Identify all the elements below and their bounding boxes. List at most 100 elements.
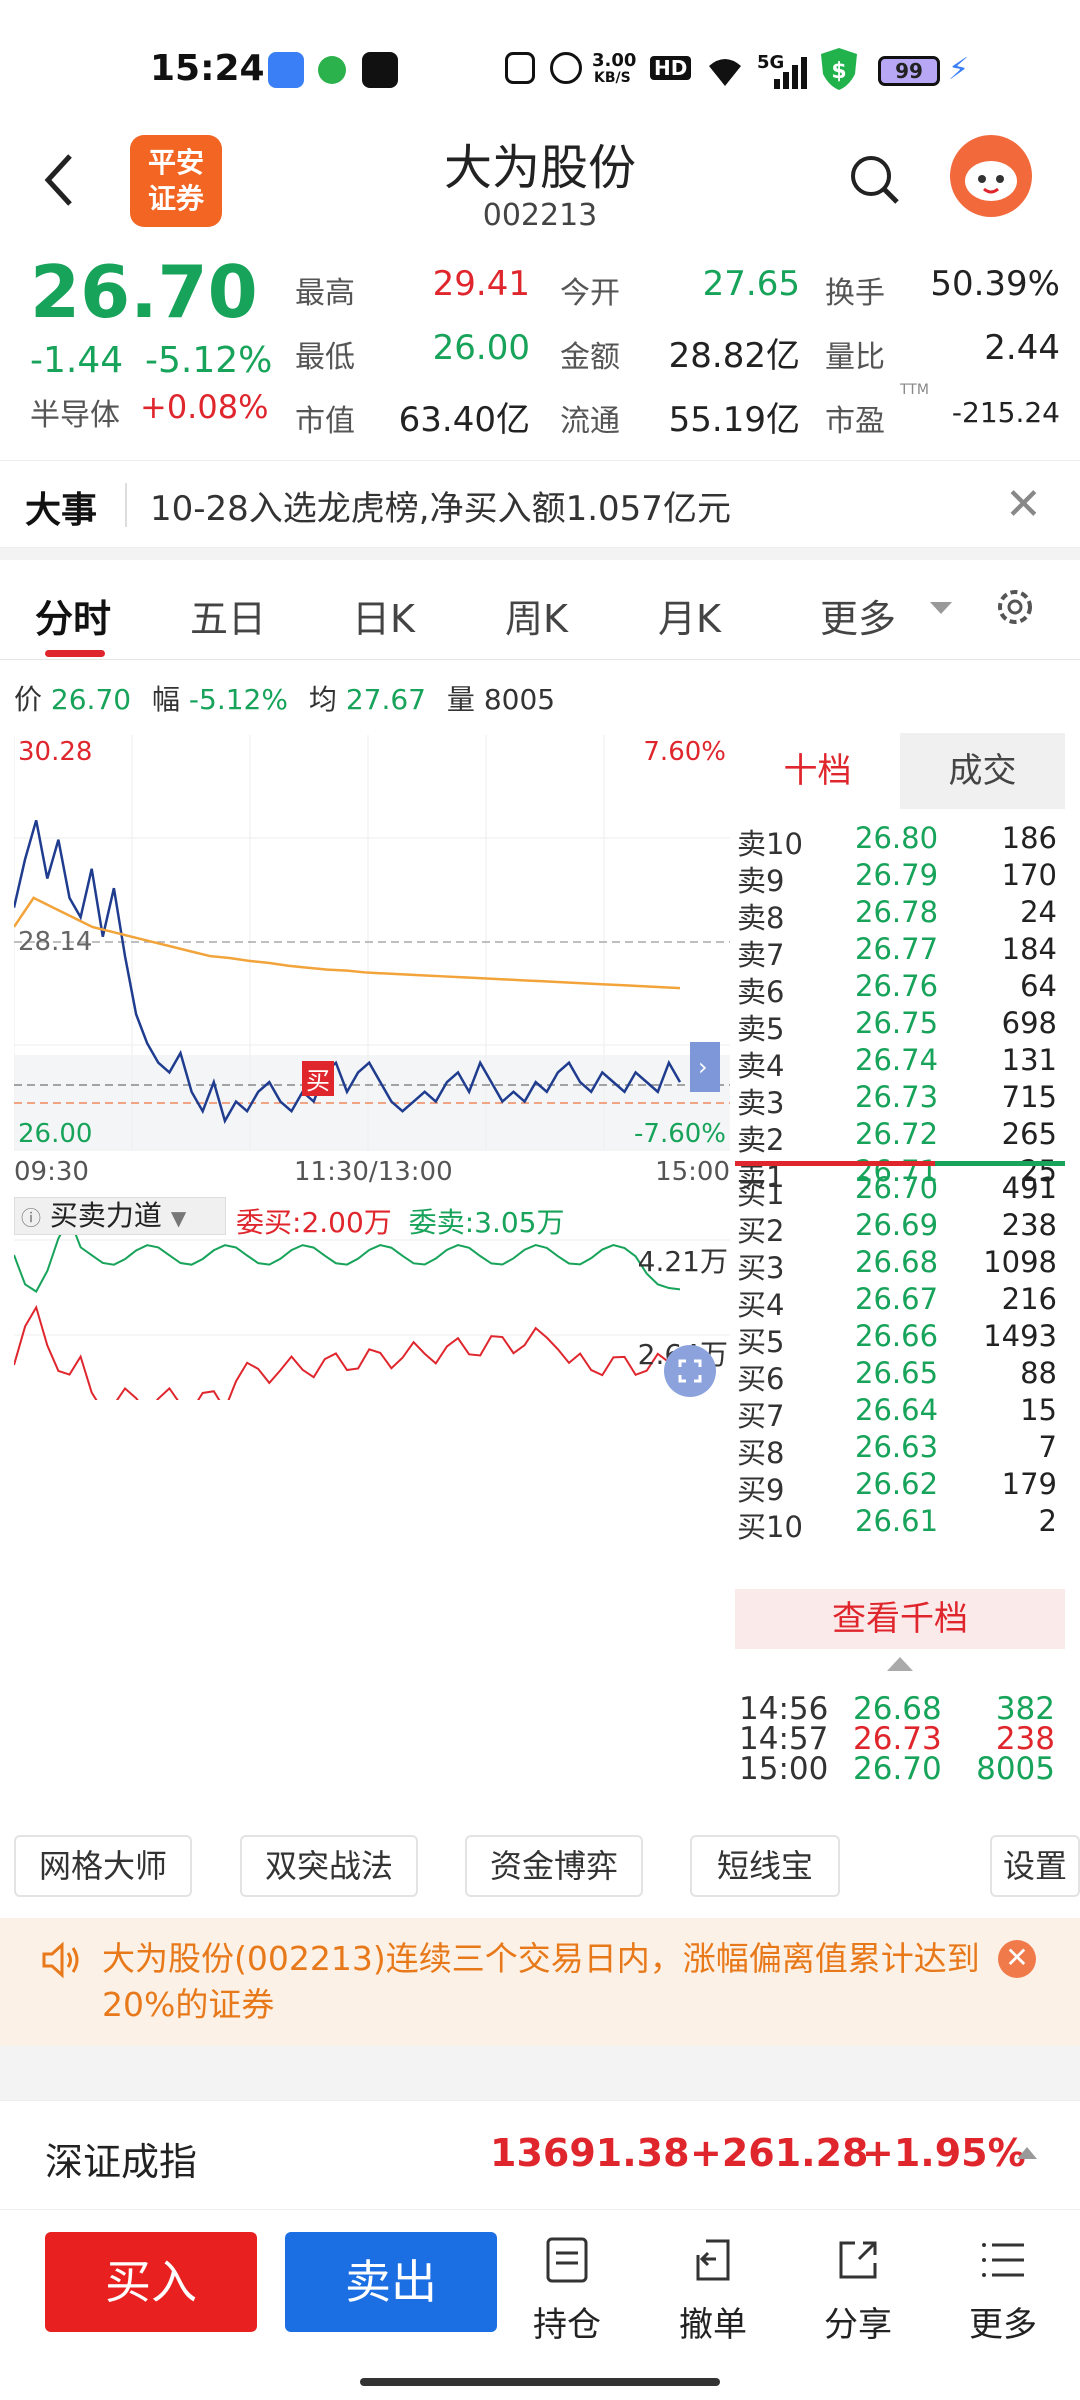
indicator-selector[interactable]: ⓘ 买卖力道 ▼ bbox=[14, 1197, 226, 1235]
triangle-up-icon[interactable] bbox=[1015, 2145, 1039, 2165]
tool-short-term[interactable]: 短线宝 bbox=[690, 1835, 840, 1897]
nav-cancel-order[interactable]: 撤单 bbox=[658, 2235, 768, 2346]
y-axis-bottom: 26.00 bbox=[18, 1119, 93, 1149]
ask-label: 委卖: bbox=[408, 1206, 475, 1239]
info-price-label: 价 bbox=[14, 683, 43, 716]
bid-row[interactable]: 买7 26.64 15 bbox=[735, 1391, 1065, 1433]
quote-panel: 26.70 -1.44 -5.12% 半导体 +0.08% 最高 29.41 最… bbox=[0, 250, 1080, 450]
high-label: 最高 bbox=[295, 276, 355, 311]
news-banner[interactable]: 大事 10-28入选龙虎榜,净买入额1.057亿元 ✕ bbox=[0, 460, 1080, 548]
bid-volume: 216 bbox=[1001, 1282, 1057, 1316]
sector-pct: +0.08% bbox=[140, 388, 269, 426]
tab-monthly-k[interactable]: 月K bbox=[658, 588, 721, 643]
tab-daily-k[interactable]: 日K bbox=[352, 588, 415, 643]
close-icon[interactable]: ✕ bbox=[1005, 479, 1042, 530]
ask-volume: 265 bbox=[1001, 1117, 1057, 1151]
x-axis-end: 15:00 bbox=[655, 1157, 730, 1187]
ask-row[interactable]: 卖7 26.77 184 bbox=[735, 930, 1065, 972]
open-value: 27.65 bbox=[702, 264, 800, 304]
assistant-avatar-icon[interactable] bbox=[950, 135, 1032, 217]
dropdown-icon: ▼ bbox=[170, 1206, 187, 1230]
info-amp: -5.12% bbox=[188, 683, 288, 716]
tool-fund-game[interactable]: 资金博弈 bbox=[465, 1835, 643, 1897]
bid-volume: 7 bbox=[1038, 1430, 1057, 1464]
nav-share-label: 分享 bbox=[824, 2305, 892, 2345]
tool-settings[interactable]: 设置 bbox=[990, 1835, 1080, 1897]
svg-text:$: $ bbox=[831, 59, 846, 84]
ask-row[interactable]: 卖9 26.79 170 bbox=[735, 856, 1065, 898]
tab-ten-levels[interactable]: 十档 bbox=[735, 733, 900, 809]
bid-price: 26.67 bbox=[855, 1282, 939, 1316]
dropdown-icon[interactable] bbox=[928, 598, 954, 622]
bid-volume: 15 bbox=[1020, 1393, 1057, 1427]
ask-row[interactable]: 卖3 26.73 715 bbox=[735, 1078, 1065, 1120]
nfc-icon bbox=[505, 52, 535, 84]
nav-cancel-label: 撤单 bbox=[679, 2305, 747, 2345]
ask-row[interactable]: 卖6 26.76 64 bbox=[735, 967, 1065, 1009]
bid-row[interactable]: 买2 26.69 238 bbox=[735, 1206, 1065, 1248]
tab-trades[interactable]: 成交 bbox=[900, 733, 1065, 809]
tool-grid-master[interactable]: 网格大师 bbox=[14, 1835, 192, 1897]
ask-row[interactable]: 卖10 26.80 186 bbox=[735, 819, 1065, 861]
triangle-up-icon[interactable] bbox=[885, 1655, 915, 1677]
risk-warning-banner[interactable]: 大为股份(002213)连续三个交易日内，涨幅偏离值累计达到20%的证券 ✕ bbox=[0, 1918, 1080, 2046]
ask-volume: 170 bbox=[1001, 858, 1057, 892]
pe-label: 市盈 bbox=[825, 404, 885, 439]
sector-label[interactable]: 半导体 bbox=[30, 390, 120, 434]
turnover-label: 换手 bbox=[825, 276, 885, 311]
bid-row[interactable]: 买9 26.62 179 bbox=[735, 1465, 1065, 1507]
intraday-chart[interactable]: › 30.28 7.60% 28.14 26.00 -7.60% 买 09:30… bbox=[12, 735, 730, 1414]
close-icon[interactable]: ✕ bbox=[998, 1940, 1036, 1978]
nav-share[interactable]: 分享 bbox=[803, 2235, 913, 2346]
index-name: 深证成指 bbox=[45, 2140, 198, 2184]
bid-row[interactable]: 买3 26.68 1098 bbox=[735, 1243, 1065, 1285]
ask-row[interactable]: 卖5 26.75 698 bbox=[735, 1004, 1065, 1046]
nav-more[interactable]: 更多 bbox=[948, 2235, 1058, 2346]
home-indicator[interactable] bbox=[360, 2378, 720, 2386]
ask-row[interactable]: 卖8 26.78 24 bbox=[735, 893, 1065, 935]
news-text[interactable]: 10-28入选龙虎榜,净买入额1.057亿元 bbox=[150, 481, 731, 530]
chat-icon bbox=[318, 56, 346, 84]
search-icon[interactable] bbox=[845, 150, 905, 210]
bid-price: 26.63 bbox=[855, 1430, 939, 1464]
ask-row[interactable]: 卖2 26.72 265 bbox=[735, 1115, 1065, 1157]
tab-weekly-k[interactable]: 周K bbox=[505, 588, 568, 643]
tool-double-breakout[interactable]: 双突战法 bbox=[240, 1835, 418, 1897]
last-price: 26.70 bbox=[30, 250, 258, 334]
vol-ratio-label: 量比 bbox=[825, 340, 885, 375]
tab-five-day[interactable]: 五日 bbox=[190, 588, 266, 643]
sell-button[interactable]: 卖出 bbox=[285, 2232, 497, 2332]
info-price: 26.70 bbox=[50, 683, 132, 716]
tick-price: 26.70 bbox=[853, 1751, 942, 1787]
bid-row[interactable]: 买4 26.67 216 bbox=[735, 1280, 1065, 1322]
ask-volume: 64 bbox=[1020, 969, 1057, 1003]
book-mid-divider-red bbox=[735, 1161, 935, 1166]
ask-volume: 184 bbox=[1001, 932, 1057, 966]
stock-code: 002213 bbox=[482, 198, 598, 233]
bid-row[interactable]: 买6 26.65 88 bbox=[735, 1354, 1065, 1396]
bid-row[interactable]: 买5 26.66 1493 bbox=[735, 1317, 1065, 1359]
chevron-right-icon[interactable]: › bbox=[698, 1053, 708, 1081]
status-time: 15:24 bbox=[150, 48, 265, 89]
info-avg: 27.67 bbox=[345, 683, 426, 716]
bid-price: 26.68 bbox=[855, 1245, 939, 1279]
shield-icon: $ bbox=[818, 46, 860, 96]
bid-row[interactable]: 买10 26.61 2 bbox=[735, 1502, 1065, 1544]
bid-row[interactable]: 买8 26.63 7 bbox=[735, 1428, 1065, 1470]
ask-price: 26.72 bbox=[855, 1117, 939, 1151]
nav-positions[interactable]: 持仓 bbox=[512, 2235, 622, 2346]
tab-intraday[interactable]: 分时 bbox=[35, 588, 111, 643]
info-vol-label: 量 bbox=[446, 683, 475, 716]
bid-row[interactable]: 买1 26.70 491 bbox=[735, 1169, 1065, 1211]
ask-row[interactable]: 卖4 26.74 131 bbox=[735, 1041, 1065, 1083]
view-1000-levels-button[interactable]: 查看千档 bbox=[735, 1589, 1065, 1649]
buy-button[interactable]: 买入 bbox=[45, 2232, 257, 2332]
tab-more[interactable]: 更多 bbox=[820, 588, 896, 643]
index-ticker-bar[interactable]: 深证成指 13691.38 +261.28 +1.95% bbox=[0, 2100, 1080, 2210]
bid-price: 26.61 bbox=[855, 1504, 939, 1538]
intraday-chart-svg[interactable]: › bbox=[12, 735, 730, 1414]
buy-signal-marker[interactable]: 买 bbox=[302, 1061, 334, 1096]
ask-price: 26.80 bbox=[855, 821, 939, 855]
settings-gear-icon[interactable] bbox=[990, 582, 1040, 636]
fullscreen-icon[interactable] bbox=[664, 1345, 716, 1397]
